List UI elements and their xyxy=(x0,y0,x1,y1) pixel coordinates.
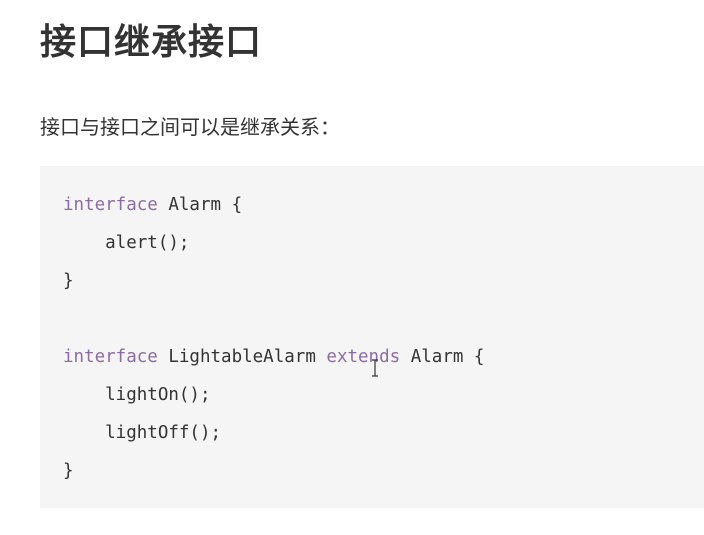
code-line-4: interface LightableAlarm extends Alarm { xyxy=(63,345,484,369)
code-line-7: } xyxy=(63,461,74,481)
code-line-2: alert(); xyxy=(63,233,190,253)
section-heading: 接口继承接口 xyxy=(40,22,263,63)
article-page: 接口继承接口 接口与接口之间可以是继承关系： interface Alarm {… xyxy=(0,0,704,535)
code-line-6: lightOff(); xyxy=(63,423,222,443)
keyword: extends xyxy=(326,347,401,367)
keyword: interface xyxy=(63,347,158,367)
intro-paragraph: 接口与接口之间可以是继承关系： xyxy=(40,115,340,139)
code-text: Alarm { xyxy=(400,347,485,367)
code-line-3: } xyxy=(63,271,74,291)
code-block[interactable]: interface Alarm { alert(); } interface L… xyxy=(40,166,704,508)
code-text: Alarm { xyxy=(157,195,243,215)
text-cursor-icon xyxy=(372,359,378,377)
code-text: LightableAlarm xyxy=(157,347,327,367)
code-line-1: interface Alarm { xyxy=(63,193,242,217)
code-line-5: lightOn(); xyxy=(63,385,211,405)
keyword: interface xyxy=(63,195,158,215)
